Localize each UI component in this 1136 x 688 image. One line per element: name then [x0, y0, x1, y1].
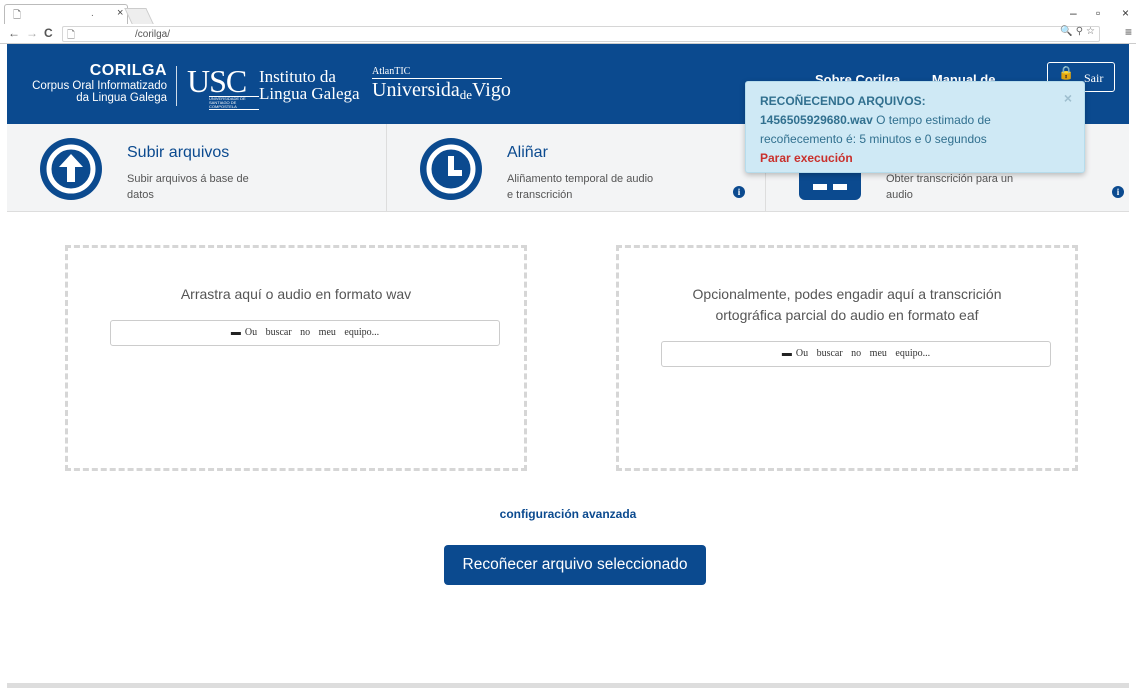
lock-icon: 🔒	[1058, 65, 1075, 80]
uvigo-logo: AtlanTIC UniversidadeVigo	[372, 66, 511, 102]
reload-icon[interactable]: C	[44, 26, 53, 40]
browse-label: Ou buscar no meu equipo...	[795, 348, 931, 359]
hdd-icon: ▬	[781, 348, 792, 359]
browser-tabbar: 🗋 . × – ▫ ×	[0, 0, 1136, 24]
audio-dropzone-text: Arrastra aquí o audio en formato wav	[180, 286, 412, 302]
clock-icon	[420, 138, 482, 200]
usc-logo: USC Universidade de Santiago de Composte…	[187, 63, 259, 110]
ilg-logo: Instituto da Lingua Galega	[259, 68, 360, 102]
ilg-line-2: Lingua Galega	[259, 84, 360, 103]
tile-title: Subir arquivos	[127, 144, 230, 161]
usc-subtitle: Universidade de Santiago de Compostela	[209, 96, 259, 110]
recognition-alert: × RECOÑECENDO ARQUIVOS: 1456505929680.wa…	[745, 81, 1085, 173]
atlantic-label: AtlanTIC	[372, 66, 502, 79]
forward-icon[interactable]: →	[26, 26, 38, 40]
uvigo-main: Universida	[372, 79, 460, 101]
logout-label: Sair	[1084, 71, 1104, 85]
alert-close-icon[interactable]: ×	[1064, 89, 1072, 108]
logo-divider	[176, 66, 177, 106]
eaf-dropzone[interactable]: Opcionalmente, podes engadir aquí a tran…	[616, 245, 1078, 471]
page-info-icon[interactable]: 🗋	[67, 28, 75, 45]
upload-icon	[40, 138, 102, 200]
tile-description: Subir arquivos á base de datos	[127, 173, 249, 201]
recognize-button[interactable]: Recoñecer arquivo seleccionado	[444, 545, 706, 585]
tile-title: Aliñar	[507, 144, 548, 161]
new-tab-button[interactable]	[124, 8, 154, 24]
brand-title: CORILGA	[89, 62, 167, 79]
browser-menu-icon[interactable]: ≡	[1125, 25, 1132, 39]
alert-filename: 1456505929680.wav	[760, 113, 873, 127]
audio-dropzone[interactable]: Arrastra aquí o audio en formato wav ▬ Ou…	[65, 245, 527, 471]
brand-subtitle-1: Corpus Oral Informatizado	[32, 80, 167, 92]
tile-description: Aliñamento temporal de audio e transcric…	[507, 173, 654, 201]
url-text: /corilga/	[135, 29, 171, 40]
browser-toolbar: ← → C 🗋 /corilga/	[0, 24, 1136, 44]
horizontal-scrollbar[interactable]	[7, 683, 1129, 688]
hdd-icon: ▬	[230, 327, 241, 338]
tab-title: .	[91, 8, 94, 19]
advanced-config-link[interactable]: configuración avanzada	[0, 507, 1136, 521]
page-icon: 🗋	[13, 10, 22, 21]
tab-close-icon[interactable]: ×	[117, 7, 123, 19]
address-bar[interactable]: 🗋 /corilga/	[62, 26, 1100, 42]
tile-upload[interactable]: Subir arquivos Subir arquivos á base de …	[7, 124, 386, 212]
minimize-icon[interactable]: –	[1070, 6, 1077, 20]
stop-execution-link[interactable]: Parar execución	[760, 149, 1070, 168]
omnibox-icons[interactable]: 🔍⚲☆	[1060, 26, 1098, 37]
info-icon[interactable]: i	[733, 186, 745, 198]
maximize-icon[interactable]: ▫	[1096, 6, 1100, 20]
browser-tab[interactable]: 🗋 . ×	[4, 4, 128, 24]
back-icon[interactable]: ←	[8, 26, 20, 40]
uvigo-end: Vigo	[472, 79, 511, 101]
uvigo-de: de	[459, 87, 473, 102]
window-close-icon[interactable]: ×	[1122, 6, 1129, 20]
tile-description: Obter transcrición para un audio	[886, 173, 1014, 201]
eaf-dropzone-text: Opcionalmente, podes engadir aquí a tran…	[692, 286, 1002, 323]
usc-letters: USC	[187, 63, 247, 99]
browse-label: Ou buscar no meu equipo...	[244, 327, 380, 338]
corilga-logo[interactable]: CORILGA Corpus Oral Informatizado da Lin…	[19, 62, 167, 104]
browse-audio-button[interactable]: ▬ Ou buscar no meu equipo...	[110, 320, 500, 346]
ilg-line-1: Instituto da	[259, 67, 336, 86]
tile-align[interactable]: Aliñar Aliñamento temporal de audio e tr…	[386, 124, 765, 212]
alert-title: RECOÑECENDO ARQUIVOS:	[760, 94, 926, 108]
info-icon[interactable]: i	[1112, 186, 1124, 198]
brand-subtitle-2: da Lingua Galega	[76, 92, 167, 104]
browse-eaf-button[interactable]: ▬ Ou buscar no meu equipo...	[661, 341, 1051, 367]
